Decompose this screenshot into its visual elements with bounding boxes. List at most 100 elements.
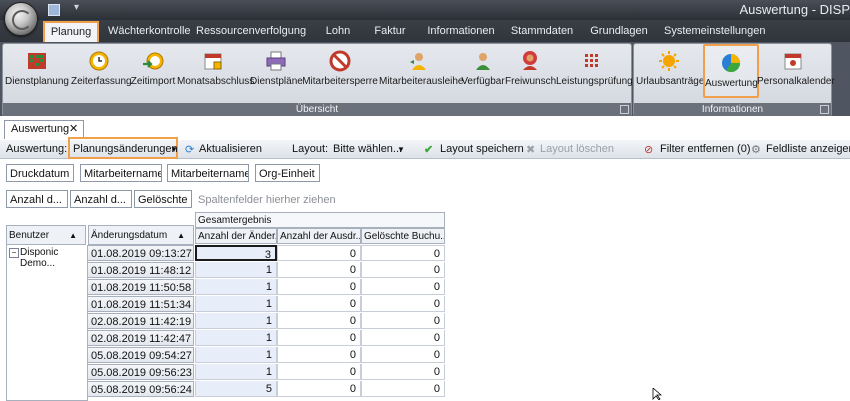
tab-waechterkontrolle[interactable]: Wächterkontrolle	[108, 22, 191, 40]
filter-field-mitarbeitername[interactable]: Mitarbeitername	[80, 164, 162, 182]
freiwunsch-button[interactable]: Freiwunsch	[505, 50, 556, 96]
pie-chart-icon	[722, 54, 740, 73]
show-field-list-button[interactable]: Feldliste anzeigen (	[766, 143, 850, 155]
date-cell: 01.08.2019 11:48:12	[87, 262, 194, 278]
row-header-benutzer[interactable]: Benutzer ▲	[6, 225, 86, 245]
value-cell[interactable]: 0	[277, 279, 361, 295]
date-cell: 01.08.2019 09:13:27	[87, 245, 194, 261]
value-cell[interactable]: 1	[195, 330, 277, 346]
value-cell[interactable]: 1	[195, 296, 277, 312]
tab-auswertung-label: Auswertung	[11, 123, 70, 135]
value-cell[interactable]: 1	[195, 279, 277, 295]
mitarbeitersperre-button[interactable]: Mitarbeitersperre	[302, 50, 378, 96]
total-header: Gesamtergebnis	[195, 212, 445, 228]
value-cell[interactable]: 0	[277, 347, 361, 363]
tab-grundlagen[interactable]: Grundlagen	[588, 22, 650, 40]
value-cell[interactable]: 1	[195, 313, 277, 329]
dienstplanung-button[interactable]: Dienstplanung	[5, 50, 69, 96]
value-cell[interactable]: 0	[361, 347, 445, 363]
application-menu-button[interactable]	[4, 2, 38, 36]
leistungspruefung-button[interactable]: Leistungsprüfung	[556, 50, 633, 96]
chevron-down-icon[interactable]: ▼	[170, 145, 178, 154]
data-field-anzahl-1[interactable]: Anzahl d...	[6, 190, 68, 208]
date-cell: 02.08.2019 11:42:19	[87, 313, 194, 329]
collapse-icon[interactable]: −	[9, 248, 19, 258]
value-cell[interactable]: 0	[361, 381, 445, 397]
group-launcher-icon[interactable]	[820, 105, 829, 114]
column-header-anzahl-ausdrucke[interactable]: Anzahl der Ausdr...	[277, 228, 361, 244]
value-cell[interactable]: 0	[277, 245, 361, 261]
tab-faktur[interactable]: Faktur	[368, 22, 412, 40]
value-cell[interactable]: 0	[361, 313, 445, 329]
quick-access-icon[interactable]	[48, 4, 60, 16]
dienstplaene-button[interactable]: Dienstpläne	[250, 50, 303, 96]
verfuegbar-button[interactable]: Verfügbar	[461, 50, 505, 96]
refresh-button[interactable]: Aktualisieren	[199, 143, 262, 155]
delete-layout-button[interactable]: Layout löschen	[540, 143, 614, 155]
tab-lohn[interactable]: Lohn	[318, 22, 358, 40]
close-icon[interactable]: ✕	[69, 122, 78, 135]
tab-informationen[interactable]: Informationen	[426, 22, 496, 40]
employee-lend-icon	[410, 53, 426, 70]
data-field-anzahl-2[interactable]: Anzahl d...	[70, 190, 132, 208]
mitarbeiterausleihe-label: Mitarbeiterausleihe	[379, 76, 464, 87]
filter-field-druckdatum[interactable]: Druckdatum	[6, 164, 74, 182]
value-cell[interactable]: 1	[195, 364, 277, 380]
row-header-benutzer-label: Benutzer	[9, 230, 50, 241]
verfuegbar-label: Verfügbar	[461, 76, 505, 87]
row-header-aenderungsdatum[interactable]: Änderungsdatum ▲	[88, 225, 194, 245]
filter-field-mitarbeitername-2[interactable]: Mitarbeitername	[167, 164, 249, 182]
value-cell[interactable]: 3	[195, 245, 277, 261]
tab-ressourcenverfolgung[interactable]: Ressourcenverfolgung	[196, 22, 306, 40]
filter-remove-icon: ⊘	[644, 144, 654, 156]
value-cell[interactable]: 1	[195, 347, 277, 363]
date-cell: 01.08.2019 11:50:58	[87, 279, 194, 295]
mouse-cursor-icon	[652, 388, 662, 400]
sort-ascending-icon[interactable]: ▲	[177, 226, 185, 244]
value-cell[interactable]: 5	[195, 381, 277, 397]
value-cell[interactable]: 1	[195, 262, 277, 278]
dienstplanung-label: Dienstplanung	[5, 76, 69, 87]
auswertung-button[interactable]: Auswertung	[703, 44, 759, 98]
personalkalender-button[interactable]: Personalkalender	[757, 50, 835, 96]
column-header-geloeschte-buchungen[interactable]: Gelöschte Buchu...	[361, 228, 445, 244]
personal-calendar-icon	[784, 53, 802, 70]
tab-systemeinstellungen[interactable]: Systemeinstellungen	[664, 22, 766, 40]
urlaubsantraege-label: Urlaubsanträge	[636, 76, 705, 87]
value-cell[interactable]: 0	[361, 296, 445, 312]
layout-select[interactable]: Bitte wählen...	[333, 143, 402, 155]
column-drop-zone[interactable]: Spaltenfelder hierher ziehen	[198, 194, 336, 206]
tab-planung[interactable]: Planung	[43, 21, 99, 42]
zeitimport-button[interactable]: Zeitimport	[129, 50, 177, 96]
sort-ascending-icon[interactable]: ▲	[69, 226, 77, 244]
group-launcher-icon[interactable]	[620, 105, 629, 114]
mitarbeiterausleihe-button[interactable]: Mitarbeiterausleihe	[379, 50, 464, 96]
dienstplaene-label: Dienstpläne	[250, 76, 303, 87]
value-cell[interactable]: 0	[277, 364, 361, 380]
remove-filter-button[interactable]: Filter entfernen (0)	[660, 143, 750, 155]
data-field-geloeschte[interactable]: Gelöschte ...	[134, 190, 192, 208]
value-cell[interactable]: 0	[361, 364, 445, 380]
auswertung-select-value[interactable]: Planungsänderungen	[73, 143, 178, 155]
chevron-down-icon[interactable]: ▼	[397, 145, 405, 154]
value-cell[interactable]: 0	[277, 313, 361, 329]
zeiterfassung-button[interactable]: Zeiterfassung	[71, 50, 132, 96]
zeiterfassung-label: Zeiterfassung	[71, 76, 132, 87]
value-cell[interactable]: 0	[277, 262, 361, 278]
value-cell[interactable]: 0	[361, 279, 445, 295]
tab-stammdaten[interactable]: Stammdaten	[510, 22, 574, 40]
quick-access-dropdown-icon[interactable]: ▾	[74, 2, 79, 13]
value-cell[interactable]: 0	[361, 262, 445, 278]
monatsabschluss-button[interactable]: Monatsabschluss	[177, 50, 254, 96]
value-cell[interactable]: 0	[361, 245, 445, 261]
value-cell[interactable]: 0	[277, 296, 361, 312]
value-cell[interactable]: 0	[277, 330, 361, 346]
auswertung-label: Auswertung	[705, 78, 758, 89]
filter-field-org-einheit[interactable]: Org-Einheit	[255, 164, 320, 182]
save-layout-button[interactable]: Layout speichern	[440, 143, 524, 155]
clock-icon	[89, 51, 109, 71]
column-header-anzahl-aenderungen[interactable]: Anzahl der Änder...	[195, 228, 277, 244]
urlaubsantraege-button[interactable]: Urlaubsanträge	[636, 50, 705, 96]
value-cell[interactable]: 0	[361, 330, 445, 346]
value-cell[interactable]: 0	[277, 381, 361, 397]
